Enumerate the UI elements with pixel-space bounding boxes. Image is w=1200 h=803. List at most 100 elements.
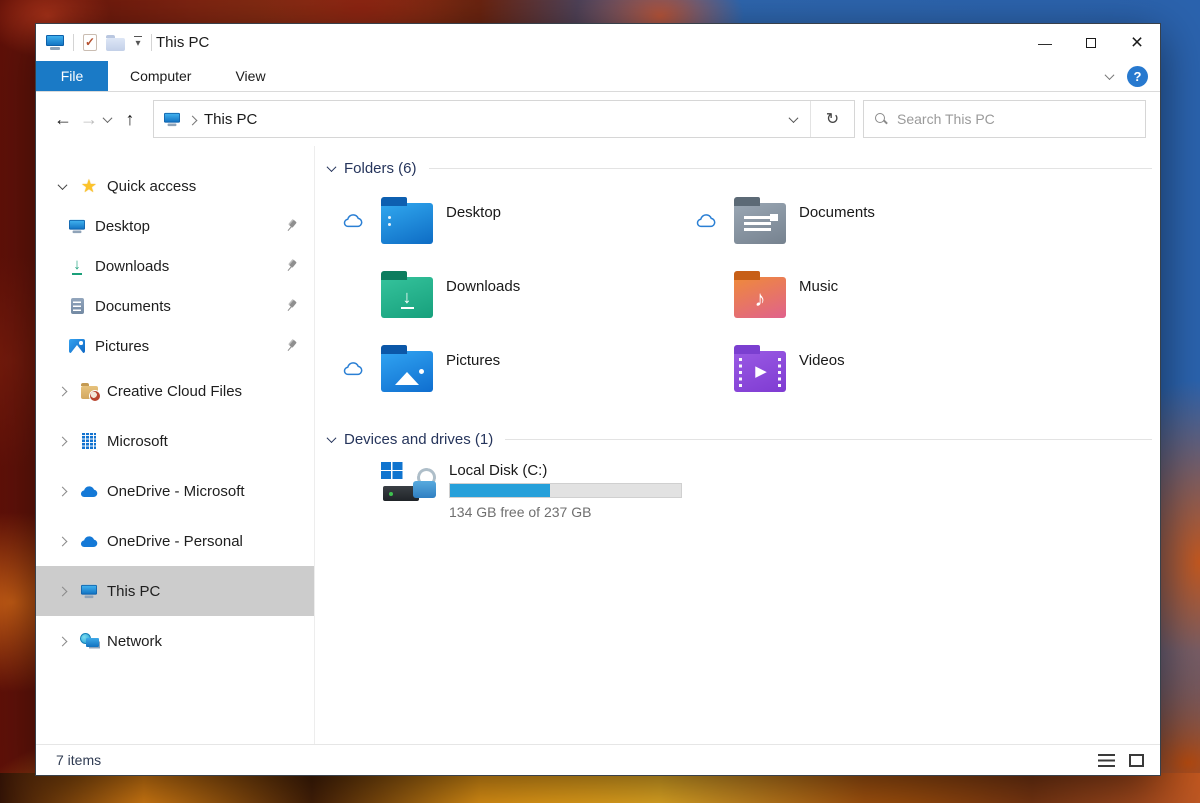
folder-tile-downloads[interactable]: ↓ Downloads bbox=[315, 257, 668, 331]
hard-drive-bitlocker-icon bbox=[381, 460, 439, 508]
breadcrumb-item[interactable]: This PC bbox=[204, 111, 257, 128]
creative-cloud-icon bbox=[80, 382, 101, 402]
chevron-right-icon[interactable] bbox=[57, 436, 67, 446]
large-icons-view-icon[interactable] bbox=[1129, 753, 1144, 767]
cloud-status-icon bbox=[343, 213, 363, 227]
sidebar-item-this-pc[interactable]: This PC bbox=[36, 566, 314, 616]
sidebar-item-microsoft[interactable]: Microsoft bbox=[36, 416, 314, 466]
this-pc-icon bbox=[164, 112, 180, 126]
chevron-right-icon[interactable] bbox=[57, 386, 67, 396]
minimize-button[interactable]: — bbox=[1022, 24, 1068, 61]
document-icon bbox=[70, 298, 84, 314]
customize-toolbar-dropdown-icon[interactable]: ▾ bbox=[134, 36, 142, 50]
tab-view[interactable]: View bbox=[213, 61, 287, 91]
sidebar-item-onedrive-microsoft[interactable]: OneDrive - Microsoft bbox=[36, 466, 314, 516]
maximize-icon bbox=[1086, 37, 1096, 48]
titlebar: ▾ This PC — × bbox=[36, 24, 1160, 61]
up-button[interactable]: ↑ bbox=[117, 109, 143, 130]
window-title: This PC bbox=[156, 34, 210, 51]
search-box[interactable] bbox=[863, 100, 1146, 138]
folder-tile-documents[interactable]: Documents bbox=[668, 183, 1021, 257]
chevron-right-icon[interactable] bbox=[187, 115, 198, 125]
folders-grid: Desktop ↓ Downloads Pictures Documents ♪… bbox=[315, 183, 1154, 405]
folder-name: Pictures bbox=[446, 351, 501, 369]
chevron-right-icon[interactable] bbox=[57, 486, 67, 496]
tab-computer[interactable]: Computer bbox=[108, 61, 213, 91]
sidebar-item-label: Desktop bbox=[95, 217, 151, 235]
details-view-icon[interactable] bbox=[1098, 753, 1115, 767]
items-count: 7 items bbox=[56, 752, 102, 768]
chevron-right-icon[interactable] bbox=[57, 586, 67, 596]
drive-name: Local Disk (C:) bbox=[449, 462, 548, 479]
download-icon: ↓ bbox=[72, 256, 82, 275]
sidebar-item-label: Microsoft bbox=[107, 432, 168, 450]
folder-name: Documents bbox=[799, 203, 875, 221]
sidebar-item-desktop[interactable]: Desktop bbox=[36, 206, 314, 246]
refresh-button[interactable]: ↻ bbox=[810, 101, 854, 137]
close-button[interactable]: × bbox=[1114, 24, 1160, 61]
quick-access-toolbar: ▾ bbox=[36, 34, 152, 51]
cloud-status-icon bbox=[343, 361, 363, 375]
sidebar-item-label: Downloads bbox=[95, 257, 170, 275]
sidebar-item-label: This PC bbox=[107, 582, 161, 600]
sidebar-item-downloads[interactable]: ↓ Downloads bbox=[36, 246, 314, 286]
folder-icon-pictures bbox=[381, 345, 433, 392]
new-folder-icon[interactable] bbox=[106, 34, 125, 51]
picture-icon bbox=[69, 339, 85, 353]
chevron-down-icon[interactable] bbox=[326, 433, 337, 444]
close-icon: × bbox=[1130, 30, 1144, 54]
onedrive-cloud-icon bbox=[81, 535, 98, 547]
tab-file[interactable]: File bbox=[36, 61, 108, 91]
folder-tile-pictures[interactable]: Pictures bbox=[315, 331, 668, 405]
section-header-devices[interactable]: Devices and drives (1) bbox=[326, 431, 1152, 448]
sidebar-item-pictures[interactable]: Pictures bbox=[36, 326, 314, 366]
chevron-down-icon[interactable] bbox=[57, 179, 67, 190]
address-bar[interactable]: This PC ↻ bbox=[153, 100, 855, 138]
expand-ribbon-icon[interactable] bbox=[1104, 69, 1115, 80]
search-input[interactable] bbox=[897, 111, 1135, 127]
sidebar-item-creative-cloud-files[interactable]: Creative Cloud Files bbox=[36, 366, 314, 416]
onedrive-cloud-icon bbox=[81, 485, 98, 497]
address-dropdown-button[interactable] bbox=[776, 112, 810, 123]
help-icon[interactable]: ? bbox=[1127, 65, 1148, 87]
section-header-folders[interactable]: Folders (6) bbox=[326, 160, 1152, 177]
section-divider bbox=[505, 439, 1152, 440]
sidebar-item-label: Quick access bbox=[107, 177, 197, 195]
sidebar-item-quick-access[interactable]: ★ Quick access bbox=[36, 166, 314, 206]
sidebar-item-network[interactable]: Network bbox=[36, 616, 314, 666]
sidebar-item-documents[interactable]: Documents bbox=[36, 286, 314, 326]
status-bar: 7 items bbox=[36, 744, 1160, 775]
folder-icon-desktop bbox=[381, 197, 433, 244]
breadcrumb[interactable]: This PC bbox=[163, 111, 257, 128]
folder-icon-documents bbox=[734, 197, 786, 244]
folder-tile-music[interactable]: ♪ Music bbox=[668, 257, 1021, 331]
chevron-right-icon[interactable] bbox=[57, 536, 67, 546]
folder-tile-videos[interactable]: ▶ Videos bbox=[668, 331, 1021, 405]
folder-tile-desktop[interactable]: Desktop bbox=[315, 183, 668, 257]
folder-name: Downloads bbox=[446, 277, 521, 295]
drive-tile-local-disk-c[interactable]: Local Disk (C:) 134 GB free of 237 GB bbox=[381, 460, 1154, 520]
drive-free-space: 134 GB free of 237 GB bbox=[449, 504, 592, 520]
chevron-down-icon[interactable] bbox=[326, 162, 337, 173]
folder-name: Videos bbox=[799, 351, 845, 369]
pin-icon bbox=[282, 337, 300, 355]
windows-logo-icon bbox=[381, 462, 391, 470]
forward-button[interactable]: → bbox=[76, 109, 102, 130]
star-icon: ★ bbox=[80, 176, 98, 196]
back-button[interactable]: ← bbox=[50, 109, 76, 130]
network-icon bbox=[79, 633, 99, 649]
section-divider bbox=[428, 168, 1152, 169]
chevron-right-icon[interactable] bbox=[57, 636, 67, 646]
folder-name: Music bbox=[799, 277, 839, 295]
sidebar-item-onedrive-personal[interactable]: OneDrive - Personal bbox=[36, 516, 314, 566]
properties-icon[interactable] bbox=[83, 34, 97, 51]
maximize-button[interactable] bbox=[1068, 24, 1114, 61]
recent-locations-icon[interactable] bbox=[102, 112, 113, 123]
navigation-pane: ★ Quick access Desktop ↓ Downloads Docum… bbox=[36, 146, 315, 744]
this-pc-icon bbox=[81, 584, 97, 598]
separator bbox=[151, 34, 152, 51]
ribbon-tabs: File Computer View ? bbox=[36, 61, 1160, 92]
folder-icon-music: ♪ bbox=[734, 271, 786, 318]
file-explorer-window: ▾ This PC — × File Computer View ? ← → bbox=[35, 23, 1161, 776]
chevron-down-icon bbox=[788, 112, 798, 123]
